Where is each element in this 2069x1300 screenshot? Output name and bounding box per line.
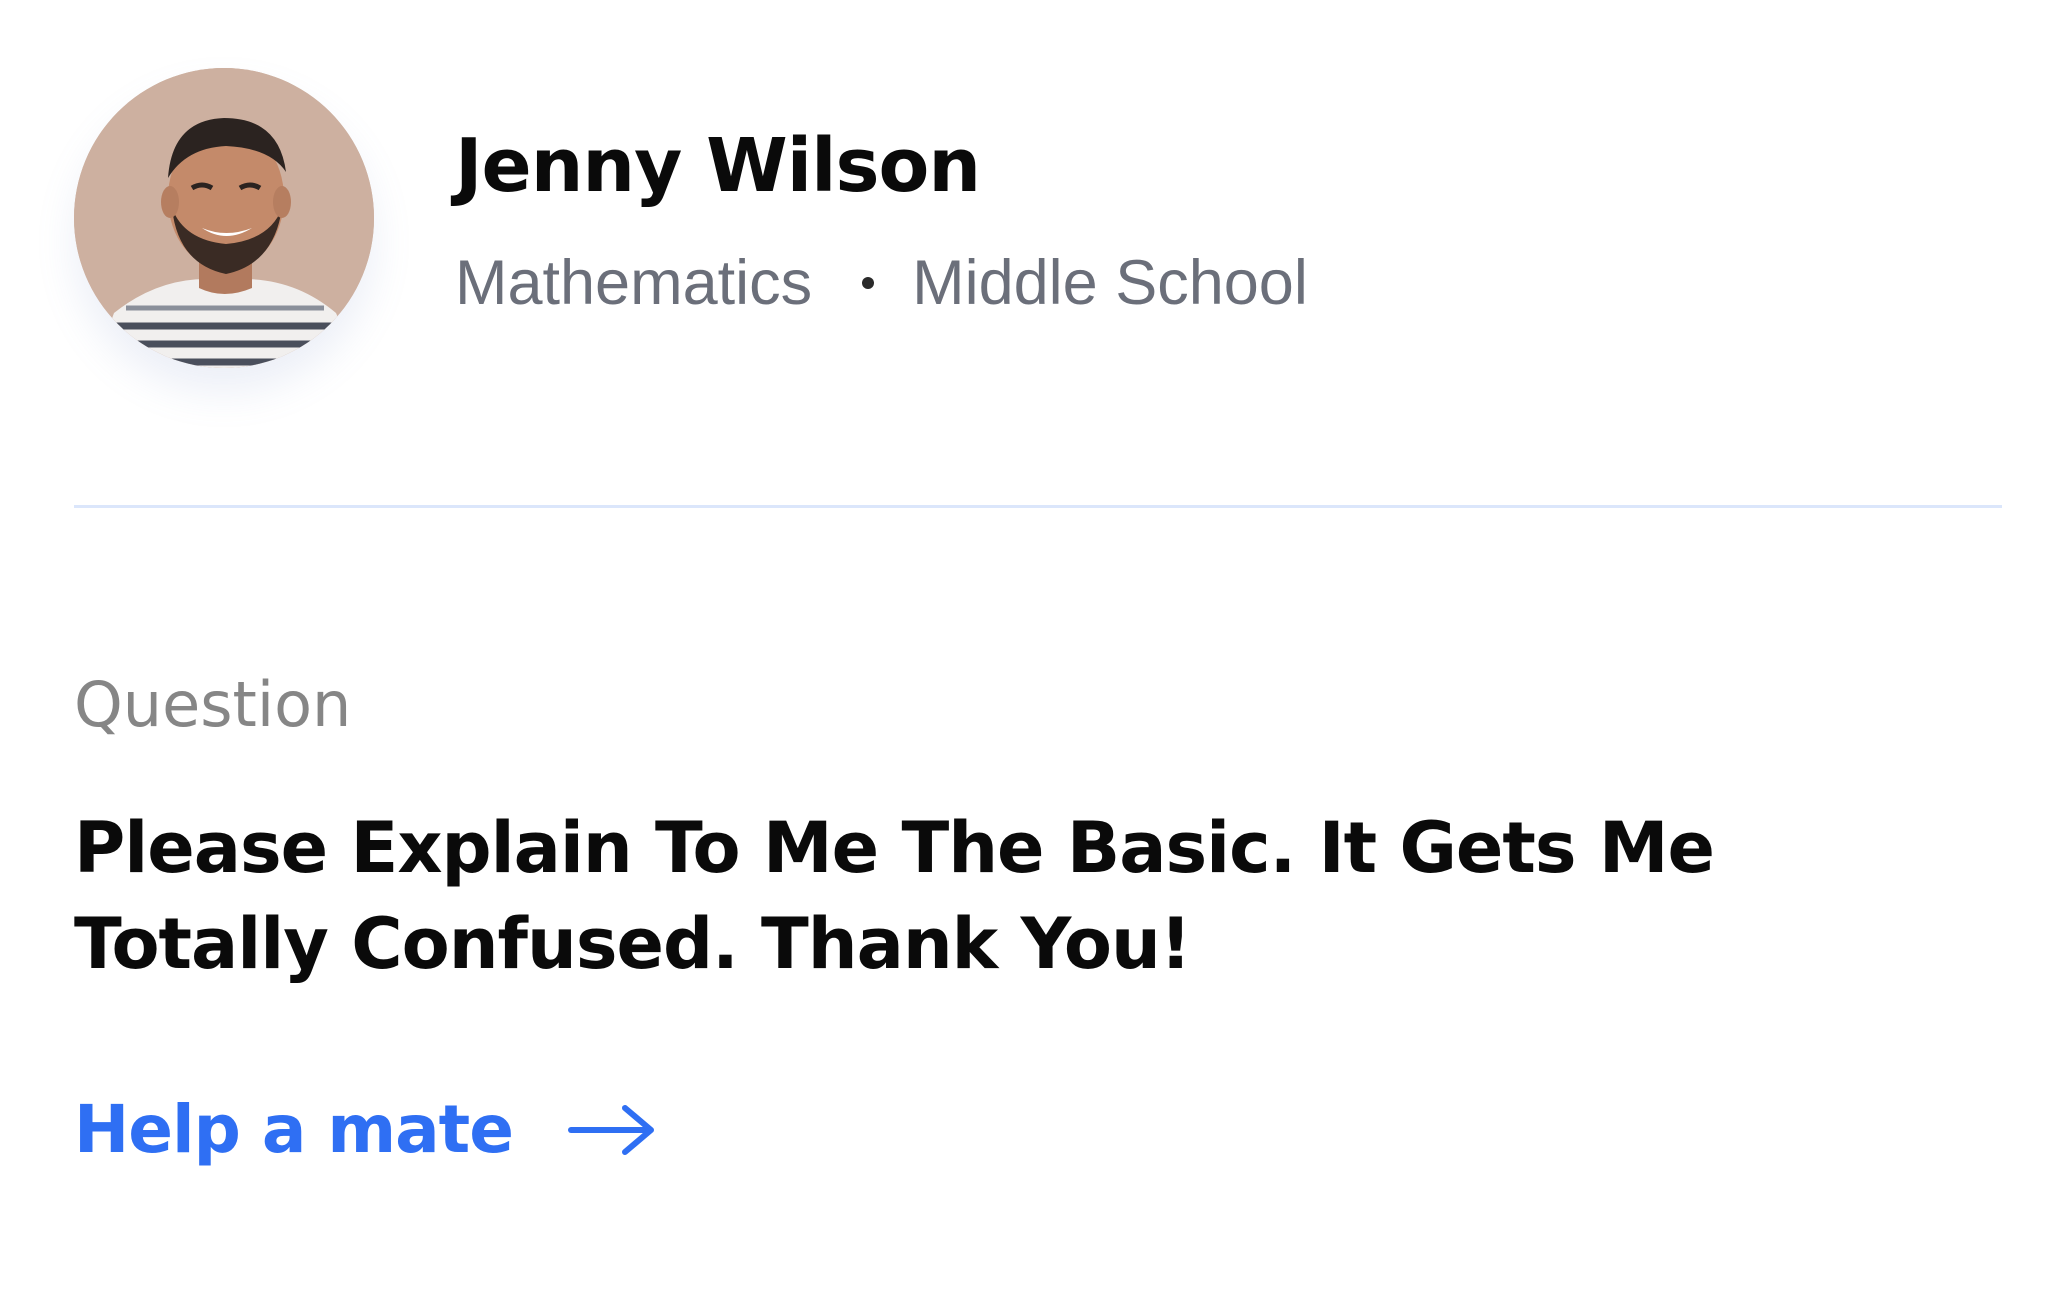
- help-a-mate-label: Help a mate: [74, 1091, 514, 1168]
- separator-dot: [862, 277, 875, 289]
- subject-label: Mathematics: [455, 248, 813, 318]
- divider: [74, 505, 2002, 508]
- question-text: Please Explain To Me The Basic. It Gets …: [74, 807, 1715, 985]
- question-label: Question: [74, 668, 352, 741]
- arrow-right-icon: [567, 1105, 654, 1155]
- user-photo-icon: [74, 68, 374, 368]
- user-meta: Mathematics Middle School: [455, 245, 1308, 321]
- user-name: Jenny Wilson: [455, 123, 981, 209]
- help-a-mate-link[interactable]: Help a mate: [74, 1085, 657, 1175]
- question-card: Jenny Wilson Mathematics Middle School Q…: [0, 0, 2069, 1300]
- avatar[interactable]: [74, 68, 374, 368]
- school-level-label: Middle School: [912, 248, 1308, 318]
